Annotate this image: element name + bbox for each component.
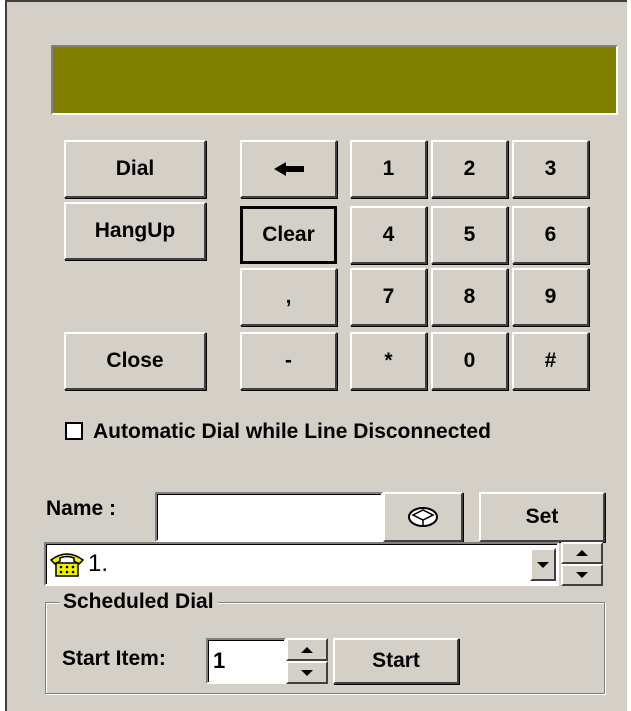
dial-button[interactable]: Dial	[64, 140, 206, 198]
phonebook-spin-up[interactable]	[561, 542, 603, 564]
combo-dropdown-button[interactable]	[530, 548, 556, 581]
phone-icon	[49, 553, 85, 577]
phonebook-selected: 1.	[88, 550, 109, 577]
dash-button[interactable]: -	[240, 332, 337, 390]
start-item-label: Start Item:	[62, 647, 166, 670]
phonebook-icon	[408, 507, 438, 527]
hangup-button[interactable]: HangUp	[64, 202, 206, 260]
key-5-button[interactable]: 5	[431, 206, 508, 264]
dialer-window: Dial HangUp Close Clear , - 1 2 3 4 5 6 7 8 9 * 0 #…	[5, 0, 627, 711]
key-6-button[interactable]: 6	[512, 206, 589, 264]
backspace-button[interactable]	[240, 140, 337, 198]
chevron-down-icon	[537, 561, 549, 568]
down-arrow-icon	[576, 572, 588, 578]
key-0-button[interactable]: 0	[431, 332, 508, 390]
scheduled-dial-title: Scheduled Dial	[59, 590, 218, 614]
comma-button[interactable]: ,	[240, 268, 337, 326]
key-hash-button[interactable]: #	[512, 332, 589, 390]
close-button[interactable]: Close	[64, 332, 206, 390]
start-item-input[interactable]: 1	[206, 638, 286, 684]
key-star-button[interactable]: *	[350, 332, 427, 390]
name-input[interactable]	[155, 492, 383, 542]
auto-dial-label: Automatic Dial while Line Disconnected	[93, 420, 491, 443]
up-arrow-icon	[301, 646, 313, 653]
key-7-button[interactable]: 7	[350, 268, 427, 326]
up-arrow-icon	[576, 550, 588, 556]
start-item-value: 1	[213, 648, 226, 673]
phonebook-button[interactable]	[383, 492, 463, 542]
key-4-button[interactable]: 4	[350, 206, 427, 264]
set-button[interactable]: Set	[479, 492, 605, 542]
start-item-spin-up[interactable]	[286, 638, 328, 661]
name-label: Name :	[46, 497, 117, 520]
down-arrow-icon	[301, 669, 313, 676]
key-1-button[interactable]: 1	[350, 140, 427, 198]
key-9-button[interactable]: 9	[512, 268, 589, 326]
key-2-button[interactable]: 2	[431, 140, 508, 198]
phonebook-spin-down[interactable]	[561, 564, 603, 586]
phonebook-combo[interactable]: 1.	[44, 542, 559, 586]
start-item-spin-down[interactable]	[286, 661, 328, 684]
clear-button[interactable]: Clear	[240, 206, 337, 264]
left-arrow-icon	[273, 162, 304, 176]
start-button[interactable]: Start	[333, 638, 459, 684]
auto-dial-checkbox[interactable]	[65, 422, 83, 440]
key-3-button[interactable]: 3	[512, 140, 589, 198]
key-8-button[interactable]: 8	[431, 268, 508, 326]
number-display	[51, 45, 618, 115]
